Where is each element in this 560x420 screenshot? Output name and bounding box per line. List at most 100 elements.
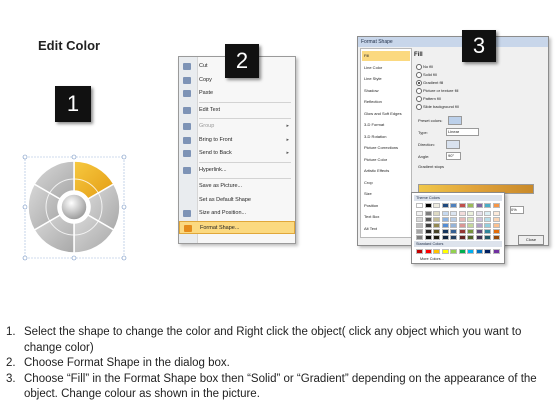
nav-item-glow-and-soft-edges[interactable]: Glow and Soft Edges — [362, 109, 410, 119]
theme-color-swatch[interactable] — [433, 235, 440, 240]
standard-color-swatch[interactable] — [492, 249, 500, 254]
theme-color-swatch[interactable] — [433, 217, 440, 222]
fill-option-radio[interactable] — [416, 72, 422, 78]
fill-option-radio[interactable] — [416, 104, 422, 110]
theme-color-swatch[interactable] — [441, 211, 449, 216]
nav-item-3-d-format[interactable]: 3-D Format — [362, 120, 410, 130]
circular-shape-diagram[interactable] — [20, 150, 130, 266]
preset-colors-dropdown[interactable] — [448, 116, 462, 125]
standard-color-swatch[interactable] — [458, 249, 466, 254]
fill-option-radio[interactable] — [416, 88, 422, 94]
theme-color-swatch[interactable] — [424, 217, 432, 222]
nav-item-line-style[interactable]: Line Style — [362, 74, 410, 84]
theme-color-swatch[interactable] — [475, 217, 483, 222]
standard-color-swatch[interactable] — [475, 249, 483, 254]
theme-color-swatch[interactable] — [416, 203, 423, 208]
standard-color-swatch[interactable] — [433, 249, 440, 254]
close-button[interactable]: Close — [518, 235, 544, 245]
nav-item-reflection[interactable]: Reflection — [362, 97, 410, 107]
standard-color-swatch[interactable] — [467, 249, 474, 254]
nav-item-size[interactable]: Size — [362, 189, 410, 199]
theme-color-swatch[interactable] — [433, 203, 440, 208]
menu-item-set-as-default-shape[interactable]: Set as Default Shape — [179, 194, 295, 207]
menu-item-size-and-position[interactable]: Size and Position... — [179, 207, 295, 220]
theme-color-swatch[interactable] — [484, 229, 491, 234]
menu-item-save-as-picture[interactable]: Save as Picture... — [179, 180, 295, 193]
nav-item-text-box[interactable]: Text Box — [362, 212, 410, 222]
nav-item-shadow[interactable]: Shadow — [362, 86, 410, 96]
theme-color-swatch[interactable] — [467, 217, 474, 222]
type-select[interactable]: Linear — [446, 128, 479, 136]
menu-item-hyperlink[interactable]: Hyperlink... — [179, 164, 295, 177]
nav-item-fill[interactable]: Fill — [362, 51, 410, 61]
theme-color-swatch[interactable] — [424, 223, 432, 228]
standard-color-swatch[interactable] — [450, 249, 457, 254]
menu-item-format-shape[interactable]: Format Shape... — [179, 220, 295, 234]
theme-color-swatch[interactable] — [441, 223, 449, 228]
standard-color-swatch[interactable] — [484, 249, 491, 254]
theme-color-swatch[interactable] — [492, 229, 500, 234]
fill-option-radio[interactable] — [416, 96, 422, 102]
theme-color-swatch[interactable] — [416, 211, 423, 216]
theme-color-swatch[interactable] — [450, 223, 457, 228]
theme-color-swatch[interactable] — [458, 203, 466, 208]
theme-color-swatch[interactable] — [458, 229, 466, 234]
wheel-hub[interactable] — [60, 193, 88, 221]
theme-color-swatch[interactable] — [475, 203, 483, 208]
theme-color-swatch[interactable] — [475, 223, 483, 228]
theme-color-swatch[interactable] — [433, 229, 440, 234]
theme-color-swatch[interactable] — [416, 229, 423, 234]
theme-color-swatch[interactable] — [492, 203, 500, 208]
theme-color-swatch[interactable] — [467, 211, 474, 216]
theme-color-swatch[interactable] — [492, 211, 500, 216]
menu-item-send-to-back[interactable]: Send to Back ▸ — [179, 147, 295, 160]
nav-item-line-color[interactable]: Line Color — [362, 63, 410, 73]
nav-item-picture-color[interactable]: Picture Color — [362, 155, 410, 165]
theme-color-swatch[interactable] — [441, 217, 449, 222]
theme-color-swatch[interactable] — [433, 223, 440, 228]
theme-color-swatch[interactable] — [484, 203, 491, 208]
menu-item-edit-text[interactable]: Edit Text — [179, 104, 295, 117]
angle-input[interactable]: 90° — [446, 152, 461, 160]
standard-color-swatch[interactable] — [416, 249, 423, 254]
theme-color-swatch[interactable] — [424, 229, 432, 234]
nav-item-position[interactable]: Position — [362, 201, 410, 211]
theme-color-swatch[interactable] — [484, 211, 491, 216]
theme-color-swatch[interactable] — [492, 217, 500, 222]
nav-item-3-d-rotation[interactable]: 3-D Rotation — [362, 132, 410, 142]
nav-item-crop[interactable]: Crop — [362, 178, 410, 188]
theme-color-swatch[interactable] — [475, 235, 483, 240]
theme-color-swatch[interactable] — [441, 235, 449, 240]
theme-color-swatch[interactable] — [458, 235, 466, 240]
menu-item-bring-to-front[interactable]: Bring to Front ▸ — [179, 134, 295, 147]
nav-item-artistic-effects[interactable]: Artistic Effects — [362, 166, 410, 176]
theme-color-swatch[interactable] — [458, 217, 466, 222]
theme-color-swatch[interactable] — [467, 223, 474, 228]
theme-color-swatch[interactable] — [467, 229, 474, 234]
theme-color-swatch[interactable] — [441, 229, 449, 234]
theme-color-swatch[interactable] — [416, 235, 423, 240]
theme-color-swatch[interactable] — [492, 223, 500, 228]
fill-option-radio[interactable] — [416, 80, 422, 86]
theme-color-swatch[interactable] — [467, 203, 474, 208]
standard-color-swatch[interactable] — [424, 249, 432, 254]
theme-color-swatch[interactable] — [424, 235, 432, 240]
theme-color-swatch[interactable] — [416, 223, 423, 228]
theme-color-swatch[interactable] — [433, 211, 440, 216]
nav-item-alt-text[interactable]: Alt Text — [362, 224, 410, 234]
theme-color-swatch[interactable] — [450, 203, 457, 208]
theme-color-swatch[interactable] — [458, 223, 466, 228]
theme-color-swatch[interactable] — [484, 235, 491, 240]
position-input[interactable]: 0% — [510, 206, 524, 214]
direction-dropdown[interactable] — [446, 140, 460, 149]
theme-color-swatch[interactable] — [424, 211, 432, 216]
theme-color-swatch[interactable] — [450, 235, 457, 240]
standard-color-swatch[interactable] — [441, 249, 449, 254]
theme-color-swatch[interactable] — [484, 223, 491, 228]
theme-color-swatch[interactable] — [484, 217, 491, 222]
menu-item-paste[interactable]: Paste — [179, 87, 295, 100]
fill-option-radio[interactable] — [416, 64, 422, 70]
theme-color-swatch[interactable] — [492, 235, 500, 240]
theme-color-swatch[interactable] — [475, 229, 483, 234]
theme-color-swatch[interactable] — [450, 229, 457, 234]
